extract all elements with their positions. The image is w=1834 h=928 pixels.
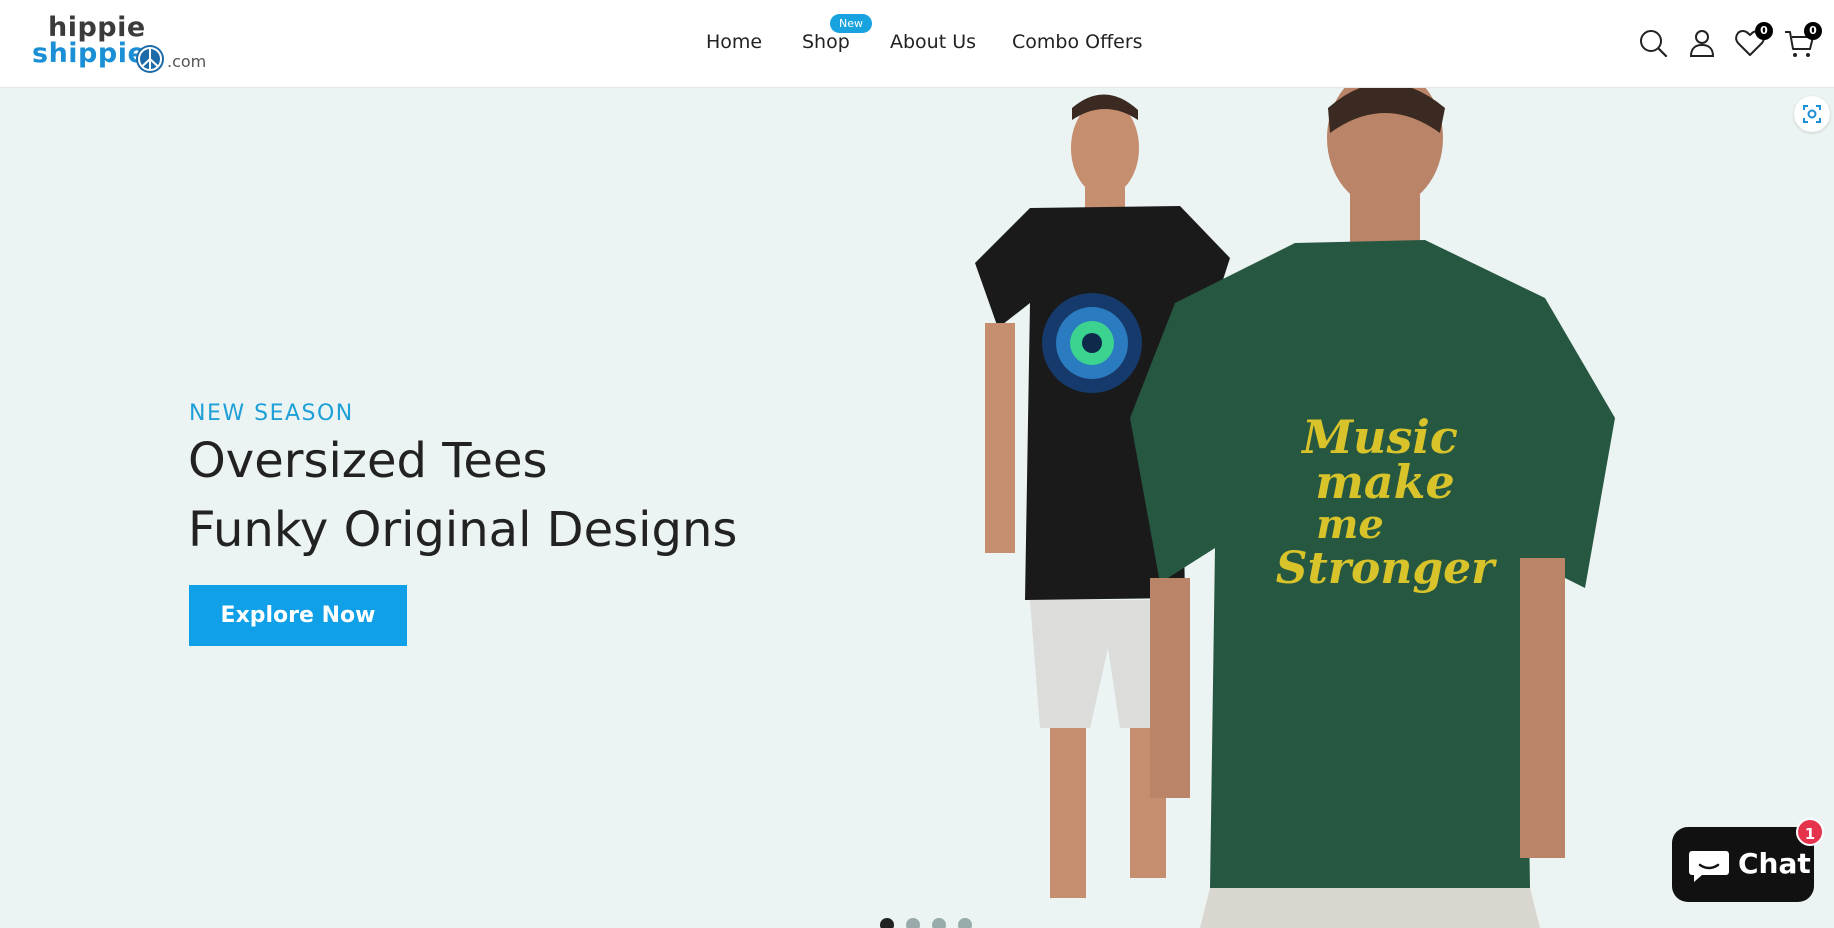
site-header: hippie shippie .com Home Shop New About … xyxy=(0,0,1834,88)
slide-pagination xyxy=(880,918,972,928)
nav-item-shop[interactable]: Shop xyxy=(802,31,850,53)
cart-icon[interactable]: 0 xyxy=(1782,22,1822,60)
slide-dot-2[interactable] xyxy=(906,918,920,928)
main-nav: Home Shop New About Us Combo Offers xyxy=(0,0,1834,88)
print-line-4: Stronger xyxy=(1276,543,1497,594)
slide-dot-4[interactable] xyxy=(958,918,972,928)
search-icon[interactable] xyxy=(1636,26,1670,60)
hero-eyebrow: NEW SEASON xyxy=(189,401,354,426)
chat-button[interactable]: Chat 1 xyxy=(1672,818,1824,902)
slide-dot-1[interactable] xyxy=(880,918,894,928)
chat-unread-badge: 1 xyxy=(1796,818,1824,846)
heart-icon[interactable]: 0 xyxy=(1733,22,1773,60)
print-line-3: me xyxy=(1316,501,1384,548)
visual-search-icon[interactable] xyxy=(1794,96,1830,132)
cart-count-badge: 0 xyxy=(1804,22,1822,40)
hero-title-line-1: Oversized Tees xyxy=(188,433,548,489)
nav-item-combo-offers[interactable]: Combo Offers xyxy=(1012,31,1143,53)
slide-dot-3[interactable] xyxy=(932,918,946,928)
chat-label: Chat xyxy=(1738,847,1811,880)
wishlist-count-badge: 0 xyxy=(1755,22,1773,40)
new-badge: New xyxy=(830,14,872,33)
user-icon[interactable] xyxy=(1685,26,1719,60)
hero-model-image: Music make me Stronger xyxy=(975,88,1615,928)
hero-slider: NEW SEASON Oversized Tees Funky Original… xyxy=(0,88,1834,928)
hero-title-line-2: Funky Original Designs xyxy=(188,502,738,558)
explore-now-button[interactable]: Explore Now xyxy=(189,585,407,646)
nav-item-about-us[interactable]: About Us xyxy=(890,31,976,53)
nav-item-home[interactable]: Home xyxy=(706,31,762,53)
chat-bubble-icon xyxy=(1688,849,1730,887)
model-green-tee: Music make me Stronger xyxy=(1130,88,1615,928)
